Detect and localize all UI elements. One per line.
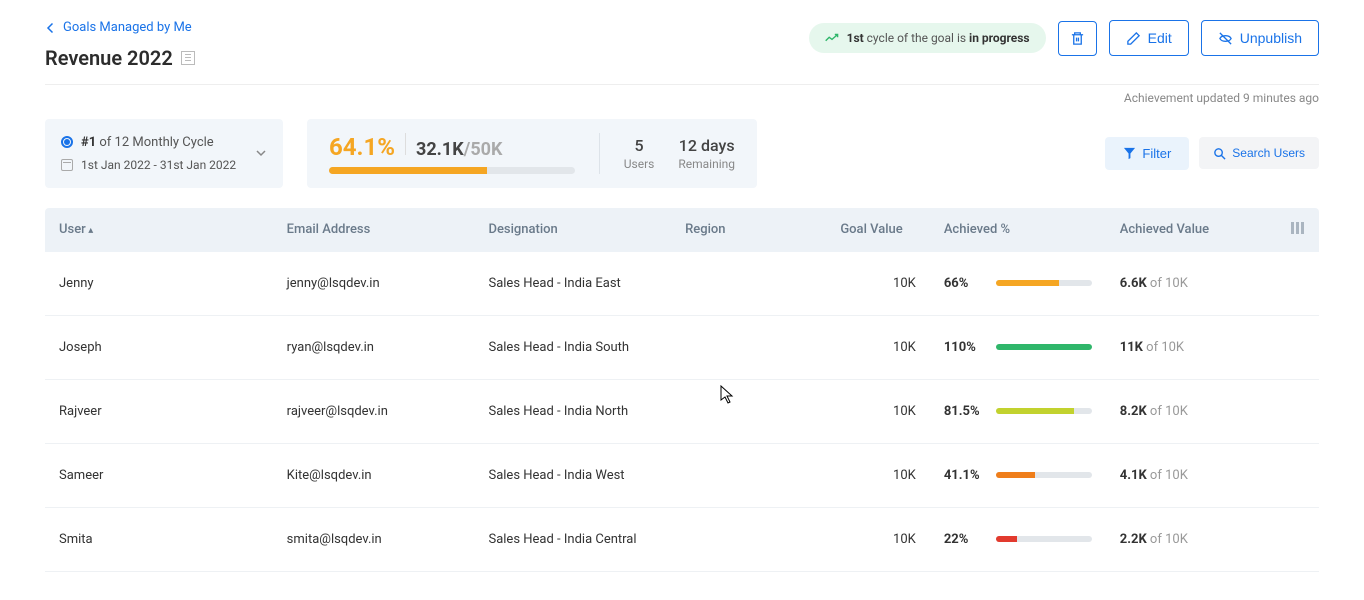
cell-achieved-value: 8.2K of 10K [1106, 379, 1277, 443]
divider-vertical [405, 133, 406, 155]
overall-achieved: 32.1K [416, 139, 464, 160]
progress-card: 64.1% 32.1K/50K 5 Users 12 days Remainin… [307, 119, 757, 188]
search-users-button[interactable]: Search Users [1199, 137, 1319, 169]
cycle-number: #1 of 12 Monthly Cycle [61, 135, 236, 150]
status-pill: 1st cycle of the goal is in progress [809, 23, 1046, 53]
search-label: Search Users [1232, 146, 1305, 160]
cell-designation: Sales Head - India East [474, 252, 671, 316]
cycle-date-range: 1st Jan 2022 - 31st Jan 2022 [61, 158, 236, 172]
column-header-email[interactable]: Email Address [273, 208, 475, 252]
notes-icon[interactable] [181, 51, 195, 65]
updated-text: Achievement updated 9 minutes ago [45, 91, 1319, 105]
search-icon [1213, 147, 1226, 160]
column-config-button[interactable] [1277, 208, 1320, 252]
page-title: Revenue 2022 [45, 46, 173, 70]
cell-region [671, 507, 826, 571]
cell-designation: Sales Head - India West [474, 443, 671, 507]
column-header-region[interactable]: Region [671, 208, 826, 252]
radio-icon [61, 136, 73, 148]
filter-label: Filter [1142, 146, 1171, 161]
filter-icon [1123, 147, 1136, 160]
column-header-achieved-pct[interactable]: Achieved % [930, 208, 1106, 252]
users-table: User Email Address Designation Region Go… [45, 208, 1319, 572]
cell-achieved-pct: 41.1% [930, 443, 1106, 507]
table-row[interactable]: Jennyjenny@lsqdev.inSales Head - India E… [45, 252, 1319, 316]
cell-email: rajveer@lsqdev.in [273, 379, 475, 443]
cell-achieved-value: 11K of 10K [1106, 315, 1277, 379]
table-row[interactable]: SameerKite@lsqdev.inSales Head - India W… [45, 443, 1319, 507]
overall-percent: 64.1% [329, 133, 395, 161]
cell-goal-value: 10K [826, 379, 929, 443]
cell-designation: Sales Head - India South [474, 315, 671, 379]
edit-label: Edit [1148, 30, 1172, 46]
cell-designation: Sales Head - India Central [474, 507, 671, 571]
column-header-user[interactable]: User [45, 208, 273, 252]
cell-empty [1277, 252, 1320, 316]
back-link[interactable]: Goals Managed by Me [45, 20, 192, 35]
status-text: 1st cycle of the goal is in progress [847, 31, 1030, 45]
columns-icon [1291, 222, 1304, 234]
trend-up-icon [825, 33, 839, 43]
column-header-designation[interactable]: Designation [474, 208, 671, 252]
cell-goal-value: 10K [826, 443, 929, 507]
cell-goal-value: 10K [826, 507, 929, 571]
cell-user: Joseph [45, 315, 273, 379]
cell-email: ryan@lsqdev.in [273, 315, 475, 379]
back-link-label: Goals Managed by Me [63, 20, 192, 35]
cell-achieved-pct: 66% [930, 252, 1106, 316]
cell-email: smita@lsqdev.in [273, 507, 475, 571]
remaining-stat: 12 days Remaining [678, 136, 735, 171]
cell-achieved-pct: 110% [930, 315, 1106, 379]
cell-empty [1277, 507, 1320, 571]
cell-achieved-pct: 81.5% [930, 379, 1106, 443]
overall-total: 50K [470, 139, 502, 160]
trash-icon [1070, 31, 1085, 46]
divider [45, 84, 1319, 85]
cell-user: Sameer [45, 443, 273, 507]
column-header-achieved-value[interactable]: Achieved Value [1106, 208, 1277, 252]
cell-email: jenny@lsqdev.in [273, 252, 475, 316]
cell-user: Rajveer [45, 379, 273, 443]
table-row[interactable]: Josephryan@lsqdev.inSales Head - India S… [45, 315, 1319, 379]
unpublish-button[interactable]: Unpublish [1201, 20, 1319, 56]
calendar-icon [61, 159, 73, 171]
overall-progress-bar [329, 167, 575, 174]
chevron-down-icon [255, 147, 267, 159]
column-header-goal-value[interactable]: Goal Value [826, 208, 929, 252]
cell-region [671, 443, 826, 507]
cell-achieved-pct: 22% [930, 507, 1106, 571]
cell-user: Jenny [45, 252, 273, 316]
cycle-selector[interactable]: #1 of 12 Monthly Cycle 1st Jan 2022 - 31… [45, 119, 283, 188]
users-stat: 5 Users [624, 136, 655, 171]
delete-button[interactable] [1058, 21, 1097, 56]
cell-achieved-value: 4.1K of 10K [1106, 443, 1277, 507]
edit-button[interactable]: Edit [1109, 20, 1189, 56]
cell-region [671, 252, 826, 316]
divider-vertical [599, 133, 600, 174]
cell-empty [1277, 379, 1320, 443]
cell-goal-value: 10K [826, 252, 929, 316]
cell-achieved-value: 2.2K of 10K [1106, 507, 1277, 571]
unpublish-icon [1218, 31, 1233, 46]
cell-achieved-value: 6.6K of 10K [1106, 252, 1277, 316]
unpublish-label: Unpublish [1240, 30, 1302, 46]
cell-empty [1277, 443, 1320, 507]
pencil-icon [1126, 31, 1141, 46]
cell-region [671, 379, 826, 443]
cell-designation: Sales Head - India North [474, 379, 671, 443]
filter-button[interactable]: Filter [1105, 137, 1189, 170]
table-row[interactable]: Smitasmita@lsqdev.inSales Head - India C… [45, 507, 1319, 571]
arrow-left-icon [45, 22, 57, 34]
cell-empty [1277, 315, 1320, 379]
cell-email: Kite@lsqdev.in [273, 443, 475, 507]
cell-region [671, 315, 826, 379]
cell-goal-value: 10K [826, 315, 929, 379]
cell-user: Smita [45, 507, 273, 571]
table-row[interactable]: Rajveerrajveer@lsqdev.inSales Head - Ind… [45, 379, 1319, 443]
